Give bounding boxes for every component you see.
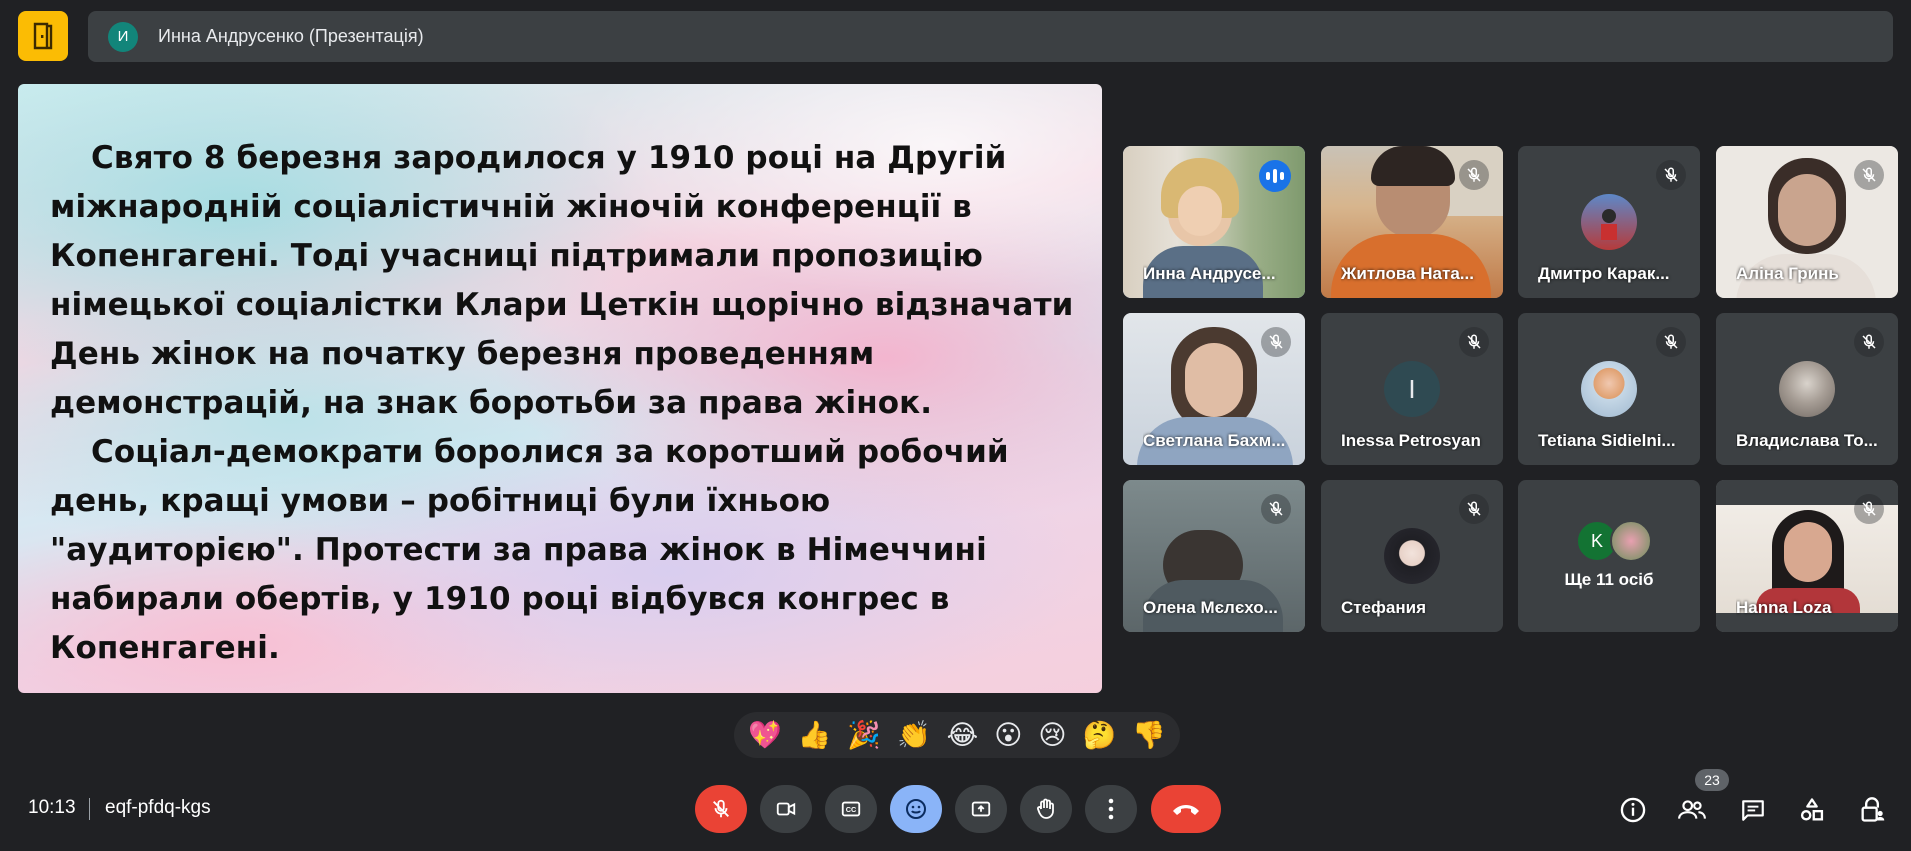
people-icon [1678,800,1706,819]
participant-name: Светлана Бахм... [1143,431,1286,450]
participant-avatar: I [1384,361,1440,417]
meeting-time: 10:13 [28,797,76,818]
presentation-slide: Свято 8 березня зародилося у 1910 році н… [18,84,1102,693]
emoji-icon [906,799,926,819]
reaction-thumbs-up[interactable]: 👍 [798,721,832,749]
participant-name: Inessa Petrosyan [1341,431,1481,450]
participant-name: Житлова Ната... [1341,264,1474,283]
participant-tile[interactable]: Hanna Loza [1716,480,1898,632]
presenter-bar: И Инна Андрусенко (Презентація) [88,11,1893,62]
participant-tile[interactable]: I Inessa Petrosyan [1321,313,1503,465]
mic-off-icon [1261,327,1291,357]
more-participants-label: Ще 11 осіб [1564,570,1654,589]
speaking-indicator-icon [1259,160,1291,192]
participant-tile[interactable]: Олена Мєлєхо... [1123,480,1305,632]
slide-paragraph-1: Свято 8 березня зародилося у 1910 році н… [50,140,1074,421]
mic-off-icon [1459,327,1489,357]
participant-avatar [1779,361,1835,417]
host-controls-button[interactable] [1852,790,1892,830]
more-participants-avatars: K [1576,520,1652,562]
mic-off-icon [1854,494,1884,524]
mic-off-icon [1261,494,1291,524]
participant-name: Аліна Гринь [1736,264,1839,283]
meeting-details-button[interactable] [1613,790,1653,830]
participant-tile[interactable]: Tetiana Sidielni... [1518,313,1700,465]
participant-count-badge: 23 [1695,769,1729,791]
svg-text:CC: CC [846,805,857,814]
mic-off-icon [1459,494,1489,524]
participant-name: Tetiana Sidielni... [1538,431,1676,450]
activities-button[interactable] [1792,790,1832,830]
chat-icon [1742,800,1764,821]
participant-name: Владислава То... [1736,431,1878,450]
reaction-surprised[interactable]: 😮 [994,721,1022,749]
reaction-party-popper[interactable]: 🎉 [847,721,881,749]
activities-icon [1800,798,1824,821]
videocam-icon [776,802,796,816]
reaction-thinking[interactable]: 🤔 [1083,721,1117,749]
presenter-avatar: И [108,21,138,52]
door-icon [33,22,53,50]
participant-avatar [1581,194,1637,250]
participant-tile[interactable]: Дмитро Карак... [1518,146,1700,298]
mic-off-icon [1854,327,1884,357]
reaction-laughing[interactable]: 😂 [947,721,979,749]
present-screen-icon [971,801,991,817]
people-button[interactable] [1672,790,1712,830]
mic-off-icon [1854,160,1884,190]
participant-name: Олена Мєлєхо... [1143,598,1278,617]
mic-off-icon [1656,160,1686,190]
lock-person-icon [1861,797,1885,822]
participant-tile[interactable]: Светлана Бахм... [1123,313,1305,465]
meeting-logo-button[interactable] [18,11,68,61]
chat-button[interactable] [1733,790,1773,830]
participant-avatar [1581,361,1637,417]
present-now-button[interactable] [955,785,1007,833]
reactions-button[interactable] [890,785,942,833]
closed-caption-icon: CC [841,801,861,817]
slide-paragraph-2: Соціал-демократи боролися за коротший ро… [50,434,1009,666]
more-options-button[interactable] [1085,785,1137,833]
slide-text: Свято 8 березня зародилося у 1910 році н… [50,134,1090,673]
captions-button[interactable]: CC [825,785,877,833]
microphone-button[interactable] [695,785,747,833]
reaction-bar: 💖 👍 🎉 👏 😂 😮 😢 🤔 👎 [734,712,1180,758]
raise-hand-icon [1037,798,1054,819]
participant-tile[interactable]: Аліна Гринь [1716,146,1898,298]
participant-avatar [1384,528,1440,584]
reaction-clapping[interactable]: 👏 [897,721,931,749]
camera-button[interactable] [760,785,812,833]
participant-name: Hanna Loza [1736,598,1832,617]
participant-tile[interactable]: Владислава То... [1716,313,1898,465]
participant-tile[interactable]: Инна Андрусе... [1123,146,1305,298]
mic-off-icon [1656,327,1686,357]
info-icon [1620,797,1646,823]
participant-name: Стефания [1341,598,1427,617]
call-end-icon [1173,805,1199,815]
raise-hand-button[interactable] [1020,785,1072,833]
mic-off-icon [713,799,729,818]
participant-name: Инна Андрусе... [1143,264,1276,283]
participant-name: Дмитро Карак... [1538,264,1670,283]
leave-call-button[interactable] [1151,785,1221,833]
mic-off-icon [1459,160,1489,190]
reaction-thumbs-down[interactable]: 👎 [1132,721,1166,749]
participant-tile[interactable]: Житлова Ната... [1321,146,1503,298]
participant-tile[interactable]: Стефания [1321,480,1503,632]
reaction-crying[interactable]: 😢 [1038,721,1066,749]
more-participants-tile[interactable]: K Ще 11 осіб [1518,480,1700,632]
meeting-code[interactable]: eqf-pfdq-kgs [105,797,211,819]
more-vert-icon [1108,798,1114,820]
divider [89,798,90,820]
participant-avatar [1610,520,1652,562]
reaction-sparkling-heart[interactable]: 💖 [748,721,782,749]
presentation-title: Инна Андрусенко (Презентація) [158,26,424,46]
